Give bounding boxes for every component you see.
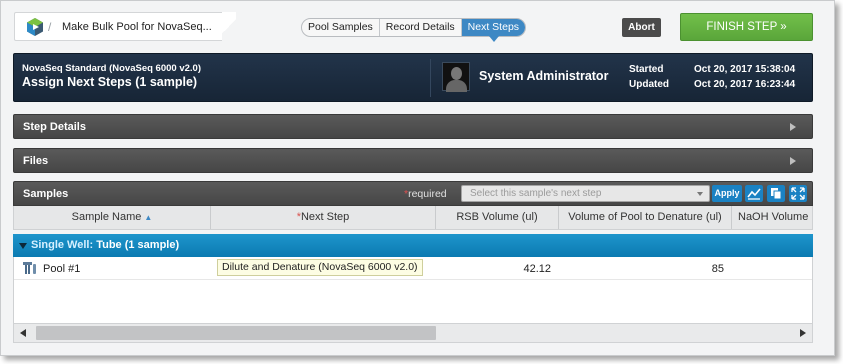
chart-icon[interactable] bbox=[745, 185, 763, 202]
column-naoh-volume[interactable]: NaOH Volume ( bbox=[732, 206, 813, 229]
files-section[interactable]: Files bbox=[13, 148, 813, 173]
column-pool-volume[interactable]: Volume of Pool to Denature (ul) bbox=[559, 206, 732, 229]
column-next-step[interactable]: *Next Step bbox=[211, 206, 436, 229]
group-detail: Tube (1 sample) bbox=[96, 239, 180, 251]
avatar-body-shape bbox=[446, 80, 467, 92]
app-window: / Make Bulk Pool for NovaSeq... Pool Sam… bbox=[0, 0, 835, 356]
next-step-select[interactable]: Select this sample's next step bbox=[461, 185, 710, 202]
samples-table-header: Sample Name ▲ *Next Step RSB Volume (ul)… bbox=[13, 206, 813, 230]
tab-record-details[interactable]: Record Details bbox=[380, 19, 462, 36]
horizontal-scrollbar[interactable] bbox=[13, 323, 813, 343]
started-timestamp: Oct 20, 2017 15:38:04 bbox=[694, 64, 796, 75]
column-rsb-volume-label: RSB Volume (ul) bbox=[456, 211, 538, 223]
step-header: NovaSeq Standard (NovaSeq 6000 v2.0) Ass… bbox=[13, 53, 813, 102]
next-step-cell[interactable]: Dilute and Denature (NovaSeq 6000 v2.0) bbox=[217, 259, 423, 276]
samples-title: Samples bbox=[23, 188, 69, 200]
column-sample-name[interactable]: Sample Name ▲ bbox=[14, 206, 211, 229]
breadcrumb: / Make Bulk Pool for NovaSeq... bbox=[14, 12, 236, 41]
breadcrumb-separator: / bbox=[48, 20, 52, 34]
tab-next-steps[interactable]: Next Steps bbox=[461, 19, 526, 42]
sample-name[interactable]: Pool #1 bbox=[43, 263, 80, 275]
required-hint: *required bbox=[404, 188, 447, 200]
top-bar: / Make Bulk Pool for NovaSeq... Pool Sam… bbox=[1, 1, 834, 49]
pool-tube-icon bbox=[23, 262, 36, 274]
protocol-name: NovaSeq Standard (NovaSeq 6000 v2.0) bbox=[22, 63, 201, 74]
updated-timestamp: Oct 20, 2017 16:23:44 bbox=[694, 79, 796, 90]
group-name: Single Well: bbox=[31, 239, 94, 251]
tab-pool-samples[interactable]: Pool Samples bbox=[302, 19, 380, 36]
sort-asc-icon: ▲ bbox=[144, 213, 153, 222]
finish-step-button[interactable]: FINISH STEP » bbox=[680, 13, 813, 41]
group-row-single-well[interactable]: Single Well: Tube (1 sample) bbox=[13, 234, 813, 257]
rsb-volume-value: 42.12 bbox=[523, 263, 551, 275]
page-title: Assign Next Steps (1 sample) bbox=[22, 75, 198, 89]
updated-label: Updated bbox=[629, 79, 669, 90]
column-rsb-volume[interactable]: RSB Volume (ul) bbox=[436, 206, 559, 229]
expand-icon[interactable] bbox=[789, 185, 807, 202]
collapse-triangle-icon[interactable] bbox=[19, 243, 27, 249]
naoh-volume-value: 2 bbox=[774, 263, 812, 275]
breadcrumb-fold bbox=[222, 12, 236, 41]
next-step-select-placeholder: Select this sample's next step bbox=[470, 188, 602, 199]
avatar bbox=[442, 62, 470, 92]
group-label: Single Well: Tube (1 sample) bbox=[31, 239, 179, 251]
header-divider bbox=[430, 59, 431, 97]
chevron-right-icon bbox=[790, 157, 796, 165]
chevron-right-icon bbox=[790, 123, 796, 131]
scroll-left-icon[interactable] bbox=[20, 329, 26, 337]
scrollbar-thumb[interactable] bbox=[36, 326, 436, 340]
pool-volume-value: 85 bbox=[711, 263, 724, 275]
abort-button[interactable]: Abort bbox=[622, 18, 661, 37]
column-naoh-volume-label: NaOH Volume ( bbox=[738, 211, 813, 223]
column-next-step-label: Next Step bbox=[300, 211, 350, 223]
step-details-label: Step Details bbox=[23, 121, 86, 133]
avatar-head-shape bbox=[451, 67, 462, 80]
user-name: System Administrator bbox=[479, 69, 609, 83]
scroll-right-icon[interactable] bbox=[800, 329, 806, 337]
samples-header: Samples *required Select this sample's n… bbox=[13, 181, 813, 206]
step-details-section[interactable]: Step Details bbox=[13, 114, 813, 139]
samples-table-body: Pool #1 Dilute and Denature (NovaSeq 600… bbox=[13, 257, 813, 323]
required-text: required bbox=[408, 188, 447, 200]
apply-button[interactable]: Apply bbox=[712, 185, 742, 202]
breadcrumb-step-title[interactable]: Make Bulk Pool for NovaSeq... bbox=[62, 21, 212, 33]
column-pool-volume-label: Volume of Pool to Denature (ul) bbox=[568, 211, 722, 223]
copy-icon[interactable] bbox=[767, 185, 785, 202]
step-tabs: Pool Samples Record Details Next Steps bbox=[301, 18, 527, 42]
table-row[interactable]: Pool #1 Dilute and Denature (NovaSeq 600… bbox=[14, 257, 812, 280]
column-sample-name-label: Sample Name bbox=[71, 211, 142, 223]
started-label: Started bbox=[629, 64, 664, 75]
files-label: Files bbox=[23, 155, 49, 167]
chevron-down-icon bbox=[697, 192, 703, 196]
clarity-logo-icon[interactable] bbox=[25, 17, 45, 37]
